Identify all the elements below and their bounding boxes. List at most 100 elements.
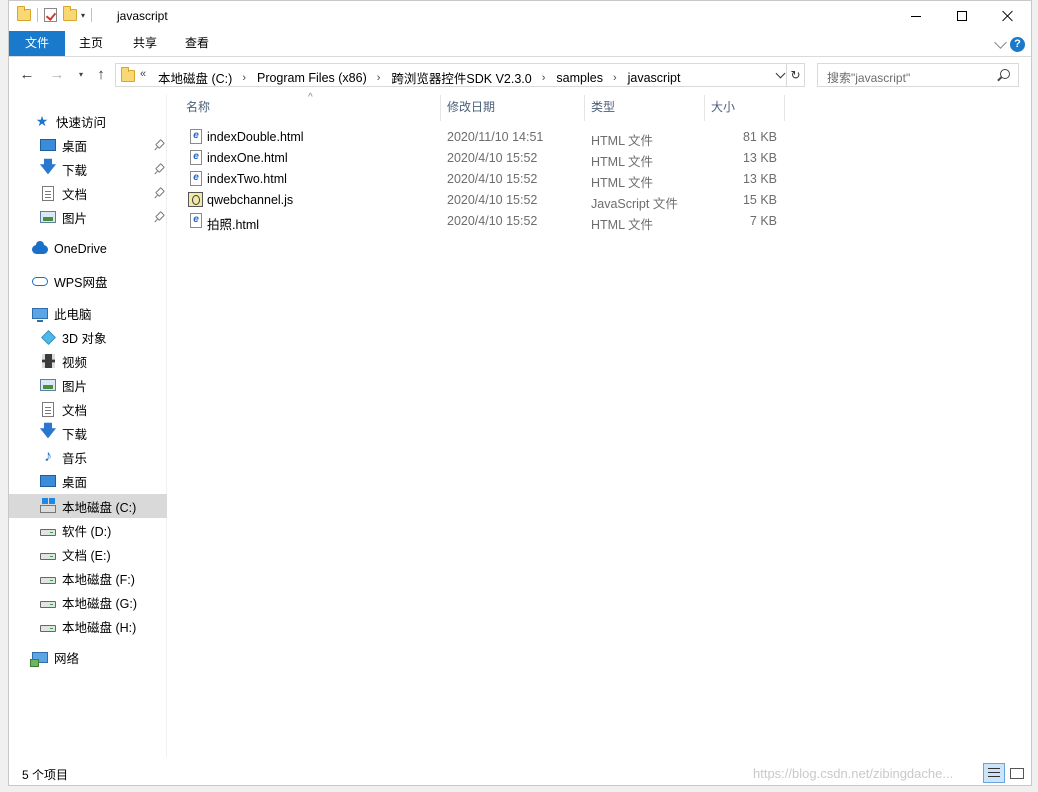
column-divider[interactable] xyxy=(704,95,705,121)
sidebar-item-documents[interactable]: 文档 xyxy=(9,181,167,205)
sidebar-item-downloads-pc[interactable]: 🡇 下载 xyxy=(9,421,167,445)
sidebar-item-drive-d[interactable]: 软件 (D:) xyxy=(9,518,167,542)
pin-icon[interactable] xyxy=(155,163,165,173)
html-file-icon: e xyxy=(190,150,202,165)
file-size: 15 KB xyxy=(742,193,777,207)
table-row[interactable]: e indexTwo.html 2020/4/10 15:52 HTML 文件 … xyxy=(168,169,1031,190)
sidebar-item-documents-pc[interactable]: 文档 xyxy=(9,397,167,421)
table-row[interactable]: e 拍照.html 2020/4/10 15:52 HTML 文件 7 KB xyxy=(168,211,1031,232)
breadcrumb-item[interactable]: javascript xyxy=(626,71,683,85)
table-row[interactable]: e indexOne.html 2020/4/10 15:52 HTML 文件 … xyxy=(168,148,1031,169)
sidebar-item-music[interactable]: ♪ 音乐 xyxy=(9,445,167,469)
title-bar: ▾ javascript xyxy=(9,1,1031,31)
search-input[interactable]: 搜索"javascript" xyxy=(817,63,1019,87)
pin-icon[interactable] xyxy=(155,211,165,221)
sidebar-item-drive-h[interactable]: 本地磁盘 (H:) xyxy=(9,614,167,638)
sidebar-item-label: 音乐 xyxy=(62,451,88,466)
tab-file[interactable]: 文件 xyxy=(9,31,65,56)
sidebar-item-drive-c[interactable]: 本地磁盘 (C:) xyxy=(9,494,167,518)
search-icon[interactable] xyxy=(1000,69,1010,79)
sidebar-item-label: 视频 xyxy=(62,355,88,370)
minimize-button[interactable] xyxy=(893,1,939,31)
divider xyxy=(37,8,38,22)
sidebar-item-downloads[interactable]: 🡇 下载 xyxy=(9,157,167,181)
sidebar-item-onedrive[interactable]: OneDrive xyxy=(9,237,167,261)
column-header-type[interactable]: 类型 xyxy=(591,95,701,121)
large-icons-view-icon[interactable] xyxy=(1007,763,1027,783)
maximize-button[interactable] xyxy=(939,1,985,31)
recent-locations-chevron-icon[interactable]: ▾ xyxy=(73,67,89,83)
sidebar-item-this-pc[interactable]: 此电脑 xyxy=(9,301,167,325)
breadcrumb-item[interactable]: 跨浏览器控件SDK V2.3.0 xyxy=(389,68,533,87)
sidebar-item-desktop-pc[interactable]: 桌面 xyxy=(9,469,167,493)
item-count: 5 个项目 xyxy=(22,768,69,782)
sidebar-item-videos[interactable]: 视频 xyxy=(9,349,167,373)
refresh-icon[interactable]: ↻ xyxy=(786,64,804,86)
properties-icon[interactable] xyxy=(44,8,57,22)
sidebar-item-pictures[interactable]: 图片 xyxy=(9,205,167,229)
sidebar-item-label: 软件 (D:) xyxy=(62,524,112,539)
column-divider[interactable] xyxy=(584,95,585,121)
breadcrumb-chevron-icon[interactable]: › xyxy=(234,72,255,84)
customize-dropdown-icon[interactable]: ▾ xyxy=(81,11,85,20)
breadcrumb-item[interactable]: samples xyxy=(554,71,605,85)
file-type: HTML 文件 xyxy=(591,176,654,190)
minimize-icon xyxy=(911,15,921,17)
watermark-text: https://blog.csdn.net/zibingdache... xyxy=(753,766,954,781)
document-icon xyxy=(39,185,57,201)
column-divider[interactable] xyxy=(440,95,441,121)
breadcrumb-chevron-icon[interactable]: › xyxy=(369,72,390,84)
close-button[interactable] xyxy=(985,1,1031,31)
status-bar: 5 个项目 https://blog.csdn.net/zibingdache.… xyxy=(9,757,1031,785)
column-header-date[interactable]: 修改日期 xyxy=(447,95,577,121)
expand-ribbon-chevron-icon[interactable] xyxy=(994,36,1007,49)
breadcrumb-item[interactable]: Program Files (x86) xyxy=(255,71,369,85)
file-type: JavaScript 文件 xyxy=(591,197,678,211)
sidebar-item-pictures-pc[interactable]: 图片 xyxy=(9,373,167,397)
new-folder-icon[interactable] xyxy=(63,6,77,21)
file-size: 81 KB xyxy=(742,130,777,144)
pin-icon[interactable] xyxy=(155,187,165,197)
tab-view[interactable]: 查看 xyxy=(179,31,215,56)
breadcrumb-chevron-icon[interactable]: › xyxy=(534,72,555,84)
sidebar-item-desktop[interactable]: 桌面 xyxy=(9,133,167,157)
video-icon xyxy=(39,353,57,369)
wps-cloud-icon xyxy=(31,273,49,289)
breadcrumb-item[interactable]: 本地磁盘 (C:) xyxy=(156,68,234,87)
address-dropdown-chevron-icon[interactable] xyxy=(775,68,786,79)
details-view-icon[interactable] xyxy=(983,763,1005,783)
file-type: HTML 文件 xyxy=(591,155,654,169)
sidebar-item-quick-access[interactable]: ★ 快速访问 xyxy=(9,109,167,133)
sidebar-item-3d-objects[interactable]: 3D 对象 xyxy=(9,325,167,349)
column-divider[interactable] xyxy=(784,95,785,121)
sidebar-item-label: 此电脑 xyxy=(54,307,92,322)
tab-share[interactable]: 共享 xyxy=(127,31,163,56)
tab-home[interactable]: 主页 xyxy=(73,31,109,56)
sidebar-item-drive-f[interactable]: 本地磁盘 (F:) xyxy=(9,566,167,590)
background-desktop xyxy=(0,0,8,792)
sidebar-item-network[interactable]: 网络 xyxy=(9,645,167,669)
divider xyxy=(91,8,93,22)
star-icon: ★ xyxy=(35,112,49,129)
sidebar-item-label: WPS网盘 xyxy=(54,275,108,290)
folder-icon[interactable] xyxy=(17,6,31,21)
column-header-name[interactable]: 名称 xyxy=(186,95,436,121)
sidebar-item-wps[interactable]: WPS网盘 xyxy=(9,269,167,293)
breadcrumb-overflow[interactable]: « xyxy=(140,68,146,80)
back-arrow-icon[interactable]: ← xyxy=(19,67,35,83)
up-arrow-icon[interactable]: ↑ xyxy=(93,67,109,83)
forward-arrow-icon[interactable]: → xyxy=(49,67,65,83)
sidebar-item-drive-g[interactable]: 本地磁盘 (G:) xyxy=(9,590,167,614)
pin-icon[interactable] xyxy=(155,139,165,149)
document-icon xyxy=(39,401,57,417)
picture-icon xyxy=(39,377,57,393)
sidebar-item-label: 图片 xyxy=(62,379,88,394)
column-header-size[interactable]: 大小 xyxy=(711,95,781,121)
sidebar-item-drive-e[interactable]: 文档 (E:) xyxy=(9,542,167,566)
address-bar[interactable]: « 本地磁盘 (C:) › Program Files (x86) › 跨浏览器… xyxy=(115,63,805,87)
sidebar-item-label: 下载 xyxy=(62,427,88,442)
table-row[interactable]: qwebchannel.js 2020/4/10 15:52 JavaScrip… xyxy=(168,190,1031,211)
table-row[interactable]: e indexDouble.html 2020/11/10 14:51 HTML… xyxy=(168,127,1031,148)
help-icon[interactable]: ? xyxy=(1010,37,1025,52)
breadcrumb-chevron-icon[interactable]: › xyxy=(605,72,626,84)
